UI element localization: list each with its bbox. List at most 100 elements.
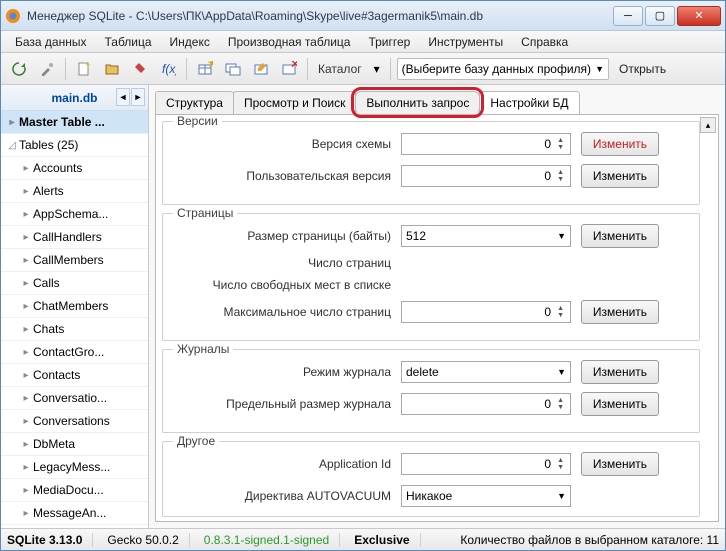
titlebar: Менеджер SQLite - C:\Users\ПК\AppData\Ro… [1,1,725,31]
journal-limit-input[interactable]: ▲▼ [401,393,571,415]
status-gecko-version: Gecko 50.0.2 [107,533,189,547]
change-schema-button[interactable]: Изменить [581,132,659,156]
menu-help[interactable]: Справка [513,32,576,52]
status-exclusive: Exclusive [354,533,420,547]
close-button[interactable]: ✕ [677,6,721,26]
tree-item[interactable]: ▸CallMembers [1,249,148,272]
menu-database[interactable]: База данных [7,32,94,52]
sidebar-next-button[interactable]: ► [131,88,145,106]
page-count-label: Число страниц [171,256,391,270]
new-file-icon[interactable] [72,57,96,81]
user-version-input[interactable]: ▲▼ [401,165,571,187]
sidebar: main.db ◄ ► ▸Master Table ... ◿Tables (2… [1,85,149,528]
drop-table-icon[interactable]: ✕ [277,57,301,81]
open-button[interactable]: Открыть [613,62,672,76]
chevron-down-icon: ▼ [595,64,604,74]
status-sqlite-version: SQLite 3.13.0 [7,533,93,547]
autovacuum-label: Директива AUTOVACUUM [171,489,391,503]
tree-item[interactable]: ▸Conversatio... [1,387,148,410]
statusbar: SQLite 3.13.0 Gecko 50.0.2 0.8.3.1-signe… [1,528,725,550]
page-size-select[interactable]: 512▼ [401,225,571,247]
edit-table-icon[interactable] [249,57,273,81]
tree-item[interactable]: ▸ContactGro... [1,341,148,364]
tree-item[interactable]: ▸Alerts [1,180,148,203]
menu-derived-table[interactable]: Производная таблица [220,32,359,52]
profile-db-value: (Выберите базу данных профиля) [402,62,591,76]
tree-item[interactable]: ▸DbMeta [1,433,148,456]
tree-item[interactable]: ▸AppSchema... [1,203,148,226]
tree-master[interactable]: ▸Master Table ... [1,111,148,134]
scroll-up-button[interactable]: ▴ [700,117,716,133]
menu-index[interactable]: Индекс [162,32,218,52]
menu-table[interactable]: Таблица [96,32,159,52]
user-version-label: Пользовательская версия [171,169,391,183]
sidebar-db-name[interactable]: main.db [51,91,97,105]
catalog-label: Каталог [314,62,366,76]
tree-item[interactable]: ▸LegacyMess... [1,456,148,479]
svg-text:✕: ✕ [290,61,297,71]
change-max-pages-button[interactable]: Изменить [581,300,659,324]
tab-execute-query[interactable]: Выполнить запрос [355,91,480,114]
change-page-size-button[interactable]: Изменить [581,224,659,248]
change-user-version-button[interactable]: Изменить [581,164,659,188]
tree-item[interactable]: ▸MessageAn... [1,502,148,525]
tree-item[interactable]: ▸Contacts [1,364,148,387]
journal-limit-label: Предельный размер журнала [171,397,391,411]
app-icon [5,8,21,24]
tree-item[interactable]: ▸Chats [1,318,148,341]
group-title: Другое [173,434,219,448]
maximize-button[interactable]: ▢ [645,6,675,26]
svg-text:★: ★ [207,61,213,70]
tab-strip: Структура Просмотр и Поиск Выполнить зап… [149,85,725,114]
max-pages-input[interactable]: ▲▼ [401,301,571,323]
schema-version-input[interactable]: ▲▼ [401,133,571,155]
tab-structure[interactable]: Структура [155,91,234,114]
profile-db-select[interactable]: (Выберите базу данных профиля) ▼ [397,58,609,80]
tab-browse[interactable]: Просмотр и Поиск [233,91,356,114]
application-id-input[interactable]: ▲▼ [401,453,571,475]
page-size-label: Размер страницы (байты) [171,229,391,243]
menubar: База данных Таблица Индекс Производная т… [1,31,725,53]
tools-icon[interactable] [35,57,59,81]
sidebar-header: main.db ◄ ► [1,85,148,111]
group-title: Журналы [173,342,233,356]
sidebar-prev-button[interactable]: ◄ [116,88,130,106]
group-title: Страницы [173,206,237,220]
refresh-icon[interactable] [7,57,31,81]
svg-text:f(x): f(x) [162,62,176,76]
function-icon[interactable]: f(x) [156,57,180,81]
tree-item[interactable]: ▸Conversations [1,410,148,433]
catalog-chevron-icon[interactable]: ▾ [370,57,384,81]
tree-item[interactable]: ▸MediaDocu... [1,479,148,502]
journal-mode-select[interactable]: delete▼ [401,361,571,383]
group-other: Другое Application Id ▲▼ Изменить Директ… [162,441,700,517]
settings-panel: ▴ Версии Версия схемы ▲▼ Изменить Пользо… [155,114,719,522]
tree-item[interactable]: ▸CallHandlers [1,226,148,249]
tree-tables[interactable]: ◿Tables (25) [1,134,148,157]
application-id-label: Application Id [171,457,391,471]
change-journal-limit-button[interactable]: Изменить [581,392,659,416]
tree-item[interactable]: ▸Calls [1,272,148,295]
link-icon[interactable] [128,57,152,81]
journal-mode-label: Режим журнала [171,365,391,379]
autovacuum-select[interactable]: Никакое▼ [401,485,571,507]
group-pages: Страницы Размер страницы (байты) 512▼ Из… [162,213,700,341]
tree-item[interactable]: ▸ChatMembers [1,295,148,318]
minimize-button[interactable]: ─ [613,6,643,26]
status-signed: 0.8.3.1-signed.1-signed [204,533,340,547]
toolbar: f(x) ★ ✕ Каталог ▾ (Выберите базу данных… [1,53,725,85]
tab-db-settings[interactable]: Настройки БД [479,91,579,114]
window-title: Менеджер SQLite - C:\Users\ПК\AppData\Ro… [27,9,613,23]
tree-item[interactable]: ▸Accounts [1,157,148,180]
schema-version-label: Версия схемы [171,137,391,151]
new-table-icon[interactable]: ★ [193,57,217,81]
menu-tools[interactable]: Инструменты [420,32,511,52]
open-folder-icon[interactable] [100,57,124,81]
group-versions: Версии Версия схемы ▲▼ Изменить Пользова… [162,121,700,205]
content: Структура Просмотр и Поиск Выполнить зап… [149,85,725,528]
copy-table-icon[interactable] [221,57,245,81]
change-journal-mode-button[interactable]: Изменить [581,360,659,384]
change-appid-button[interactable]: Изменить [581,452,659,476]
group-title: Версии [173,114,222,128]
menu-trigger[interactable]: Триггер [360,32,418,52]
